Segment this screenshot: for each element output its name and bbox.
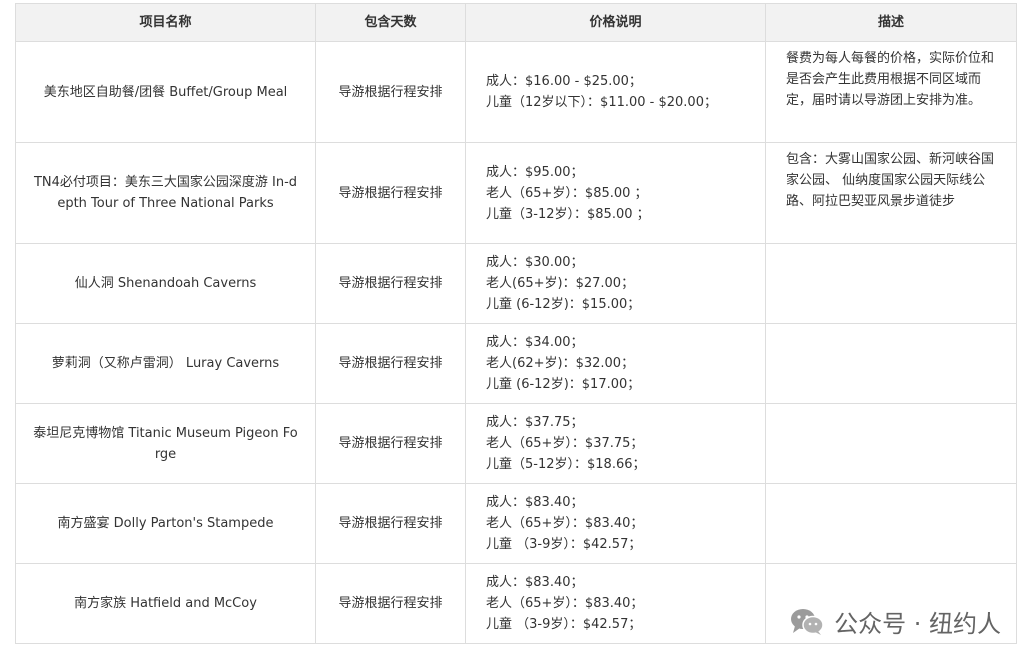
header-item-name: 项目名称 [15,3,316,42]
price-line: 老人(65+岁)：$27.00； [486,276,635,291]
price-line: 成人：$83.40； [486,575,584,590]
price-line: 儿童 (6-12岁)：$15.00； [486,297,641,312]
price-line: 儿童（3-12岁）：$85.00 ； [486,206,650,222]
item-prices: 成人：$37.75； 老人（65+岁）：$37.75； 儿童（5-12岁）：$1… [465,403,766,484]
price-line: 老人（65+岁）：$37.75； [486,436,644,451]
item-name: 南方盛宴 Dolly Parton's Stampede [15,483,316,564]
price-line: 儿童 （3-9岁）：$42.57； [486,617,642,632]
price-line: 儿童 (6-12岁)：$17.00； [486,377,641,392]
table-row: 萝莉洞（又称卢雷洞） Luray Caverns 导游根据行程安排 成人：$34… [15,323,1017,404]
header-price: 价格说明 [465,3,766,42]
item-name: 萝莉洞（又称卢雷洞） Luray Caverns [15,323,316,404]
price-line: 儿童（12岁以下）：$11.00 - $20.00； [486,95,717,110]
item-days: 导游根据行程安排 [315,142,466,244]
item-prices: 成人：$16.00 - $25.00； 儿童（12岁以下）：$11.00 - $… [465,41,766,143]
wechat-account-watermark: 公众号 · 纽约人 [790,604,1001,639]
price-line: 成人：$34.00； [486,335,584,350]
optional-items-price-table: 项目名称 包含天数 价格说明 描述 美东地区自助餐/团餐 Buffet/Grou… [15,3,1017,644]
table-row: 泰坦尼克博物馆 Titanic Museum Pigeon Forge 导游根据… [15,403,1017,484]
price-table-container: 项目名称 包含天数 价格说明 描述 美东地区自助餐/团餐 Buffet/Grou… [15,3,1017,644]
header-days: 包含天数 [315,3,466,42]
item-prices: 成人：$83.40； 老人（65+岁）：$83.40； 儿童 （3-9岁）：$4… [465,563,766,644]
item-description: 餐费为每人每餐的价格，实际价位和是否会产生此费用根据不同区域而定，届时请以导游团… [765,41,1017,143]
price-line: 儿童 （3-9岁）：$42.57； [486,537,642,552]
price-line: 成人：$95.00； [486,164,584,180]
price-line: 老人(62+岁)：$32.00； [486,356,635,371]
item-name: 仙人洞 Shenandoah Caverns [15,243,316,324]
price-line: 成人：$30.00； [486,255,584,270]
wechat-icon [790,608,824,636]
price-line: 老人（65+岁）：$83.40； [486,516,644,531]
item-description [765,403,1017,484]
table-row: 美东地区自助餐/团餐 Buffet/Group Meal 导游根据行程安排 成人… [15,41,1017,143]
item-days: 导游根据行程安排 [315,483,466,564]
item-days: 导游根据行程安排 [315,563,466,644]
item-days: 导游根据行程安排 [315,403,466,484]
item-description [765,483,1017,564]
header-description: 描述 [765,3,1017,42]
item-days: 导游根据行程安排 [315,243,466,324]
item-description: 包含：大雾山国家公园、新河峡谷国家公园、 仙纳度国家公园天际线公路、阿拉巴契亚风… [765,142,1017,244]
price-line: 老人（65+岁）：$85.00 ； [486,185,648,201]
table-row: 仙人洞 Shenandoah Caverns 导游根据行程安排 成人：$30.0… [15,243,1017,324]
price-line: 成人：$83.40； [486,495,584,510]
item-name: 泰坦尼克博物馆 Titanic Museum Pigeon Forge [15,403,316,484]
item-prices: 成人：$34.00； 老人(62+岁)：$32.00； 儿童 (6-12岁)：$… [465,323,766,404]
table-row: TN4必付项目：美东三大国家公园深度游 In-depth Tour of Thr… [15,142,1017,244]
item-prices: 成人：$30.00； 老人(65+岁)：$27.00； 儿童 (6-12岁)：$… [465,243,766,324]
watermark-text: 公众号 · 纽约人 [834,610,1001,638]
item-prices: 成人：$83.40； 老人（65+岁）：$83.40； 儿童 （3-9岁）：$4… [465,483,766,564]
table-row: 南方盛宴 Dolly Parton's Stampede 导游根据行程安排 成人… [15,483,1017,564]
item-name: 美东地区自助餐/团餐 Buffet/Group Meal [15,41,316,143]
item-prices: 成人：$95.00； 老人（65+岁）：$85.00 ； 儿童（3-12岁）：$… [465,142,766,244]
item-name: TN4必付项目：美东三大国家公园深度游 In-depth Tour of Thr… [15,142,316,244]
item-name: 南方家族 Hatfield and McCoy [15,563,316,644]
price-line: 成人：$37.75； [486,415,584,430]
price-line: 成人：$16.00 - $25.00； [486,74,642,89]
item-days: 导游根据行程安排 [315,41,466,143]
item-days: 导游根据行程安排 [315,323,466,404]
price-line: 儿童（5-12岁）：$18.66； [486,457,646,472]
item-description [765,323,1017,404]
table-header-row: 项目名称 包含天数 价格说明 描述 [15,3,1017,42]
price-line: 老人（65+岁）：$83.40； [486,596,644,611]
item-description [765,243,1017,324]
